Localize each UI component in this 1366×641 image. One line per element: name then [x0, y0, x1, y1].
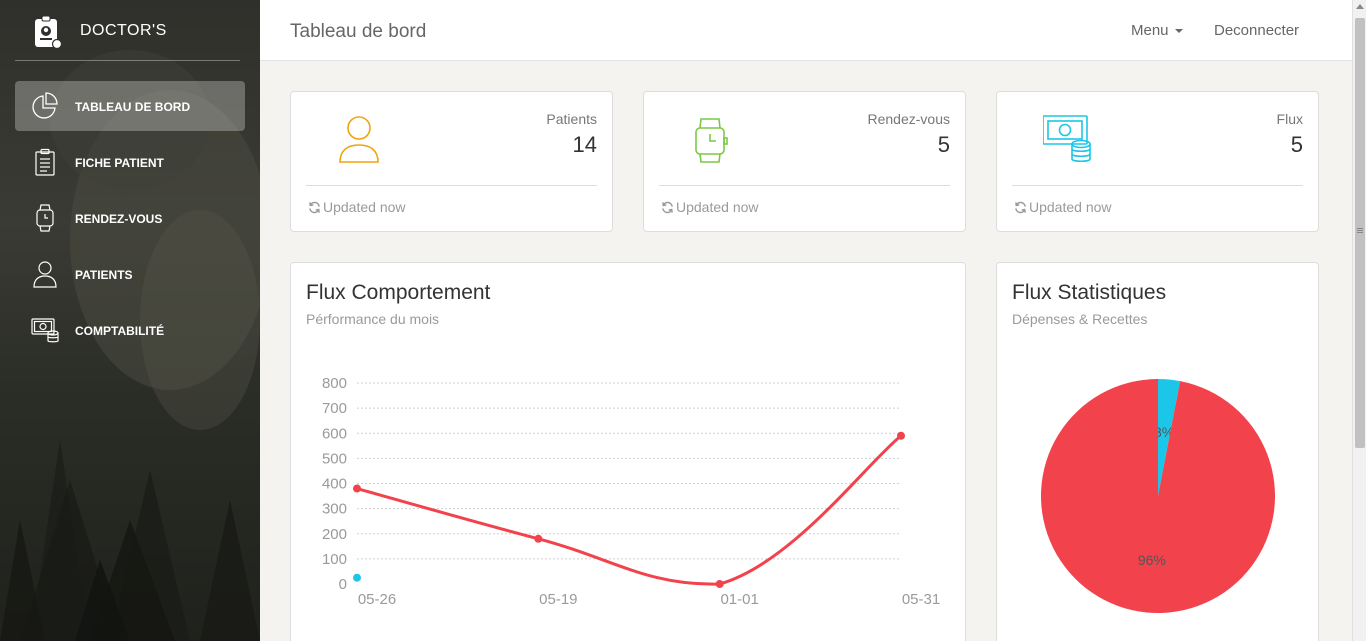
- line-chart-card: Flux Comportement Pérformance du mois 01…: [290, 262, 966, 641]
- money-coins-icon: [31, 318, 59, 343]
- y-tick-label: 0: [339, 576, 347, 593]
- updated-text: Updated now: [323, 199, 406, 215]
- top-navbar: Tableau de bord Menu Deconnecter: [260, 0, 1352, 61]
- scroll-up-arrow-icon[interactable]: [1356, 4, 1364, 9]
- brand-logo[interactable]: DOCTOR'S: [0, 0, 260, 62]
- stat-value: 5: [1290, 132, 1303, 157]
- sidebar-divider: [15, 60, 240, 61]
- sidebar-item-patients[interactable]: PATIENTS: [15, 249, 245, 299]
- user-icon: [33, 261, 57, 288]
- watch-icon: [695, 118, 728, 163]
- sidebar-item-label: TABLEAU DE BORD: [75, 100, 191, 114]
- updated-text: Updated now: [676, 199, 759, 215]
- page-scrollbar[interactable]: [1352, 0, 1366, 641]
- money-coins-icon: [1043, 115, 1091, 163]
- refresh-icon: [662, 201, 673, 214]
- y-tick-label: 800: [322, 375, 347, 392]
- x-tick-label: 05-26: [358, 591, 396, 608]
- pie-chart-card: Flux Statistiques Dépenses & Recettes 3%…: [996, 262, 1319, 641]
- data-point: [353, 573, 361, 582]
- brand-name: DOCTOR'S: [80, 22, 167, 39]
- doctor-badge-icon: [35, 15, 63, 50]
- refresh-icon: [309, 201, 320, 214]
- data-point: [715, 580, 724, 588]
- user-icon: [339, 116, 379, 163]
- y-tick-label: 600: [322, 425, 347, 442]
- sidebar-item-rendez-vous[interactable]: RENDEZ-VOUS: [15, 193, 245, 243]
- sidebar-item-fiche-patient[interactable]: FICHE PATIENT: [15, 137, 245, 187]
- menu-label: Menu: [1131, 22, 1169, 39]
- clipboard-icon: [35, 148, 55, 176]
- pie-slice-label: 96%: [1138, 552, 1166, 568]
- x-tick-label: 05-31: [902, 591, 940, 608]
- sidebar-item-tableau-de-bord[interactable]: TABLEAU DE BORD: [15, 81, 245, 131]
- y-tick-label: 200: [322, 526, 347, 543]
- data-point: [897, 431, 905, 440]
- sidebar-item-label: FICHE PATIENT: [75, 156, 164, 170]
- logout-link[interactable]: Deconnecter: [1214, 22, 1299, 39]
- card-footer: Updated now: [1014, 199, 1112, 215]
- sidebar-item-label: COMPTABILITÉ: [75, 324, 165, 338]
- y-tick-label: 400: [322, 476, 347, 493]
- pie-chart: 3%96%: [1041, 379, 1275, 613]
- updated-text: Updated now: [1029, 199, 1112, 215]
- stat-value: 5: [937, 132, 950, 157]
- data-point: [353, 484, 361, 493]
- sidebar-item-label: PATIENTS: [75, 268, 133, 282]
- scrollbar-grip-icon: [1357, 228, 1363, 229]
- menu-dropdown[interactable]: Menu: [1131, 22, 1183, 39]
- y-tick-label: 700: [322, 400, 347, 417]
- pie-slice: [1041, 379, 1275, 613]
- caret-down-icon: [1174, 29, 1183, 34]
- page-title: Tableau de bord: [290, 21, 427, 42]
- refresh-icon: [1015, 201, 1026, 214]
- card-footer: Updated now: [308, 199, 406, 215]
- stat-card-patients: Patients 14 Updated now: [290, 91, 613, 232]
- sidebar: DOCTOR'S TABLEAU DE BORD FICHE PATIENT R…: [0, 0, 260, 641]
- sidebar-item-label: RENDEZ-VOUS: [75, 212, 163, 226]
- card-divider: [306, 185, 597, 186]
- watch-icon: [36, 204, 54, 232]
- y-tick-label: 500: [322, 450, 347, 467]
- sidebar-item-comptabilite[interactable]: COMPTABILITÉ: [15, 305, 245, 355]
- x-tick-label: 01-01: [720, 591, 758, 608]
- stat-value: 14: [572, 132, 597, 157]
- y-tick-label: 300: [322, 501, 347, 518]
- stat-card-flux: Flux 5 Updated now: [996, 91, 1319, 232]
- card-divider: [1012, 185, 1303, 186]
- stat-label: Rendez-vous: [867, 111, 951, 127]
- x-tick-label: 05-19: [539, 591, 577, 608]
- pie-chart-icon: [32, 92, 58, 119]
- stat-label: Patients: [546, 111, 597, 127]
- card-footer: Updated now: [661, 199, 759, 215]
- line-chart: 0 100 200 300 400 500 600 700 800 05-26 05-19 01-01…: [322, 375, 940, 608]
- card-divider: [659, 185, 950, 186]
- stat-card-rendez-vous: Rendez-vous 5 Updated now: [643, 91, 966, 232]
- stat-label: Flux: [1276, 111, 1303, 127]
- y-tick-label: 100: [322, 551, 347, 568]
- data-point: [534, 534, 543, 543]
- scrollbar-thumb[interactable]: [1355, 18, 1365, 448]
